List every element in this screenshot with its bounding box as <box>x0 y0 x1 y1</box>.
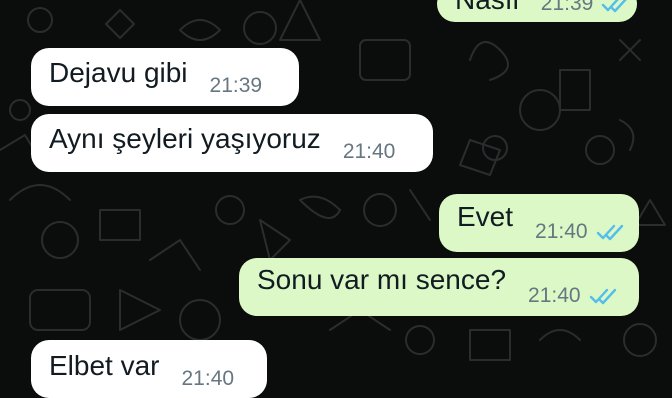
message-time: 21:39 <box>209 74 263 97</box>
message-time: 21:40 <box>535 220 588 243</box>
message-time: 21:40 <box>181 367 235 390</box>
double-check-icon <box>589 286 619 306</box>
message-time: 21:40 <box>342 140 396 163</box>
message-bubble-incoming[interactable]: Elbet var 21:40 <box>31 340 267 398</box>
message-bubble-incoming[interactable]: Aynı şeyleri yaşıyoruz 21:40 <box>31 114 433 172</box>
message-text: Aynı şeyleri yaşıyoruz <box>49 123 321 154</box>
message-text: Evet <box>457 201 514 232</box>
double-check-icon <box>601 0 631 14</box>
message-bubble-incoming[interactable]: Dejavu gibi 21:39 <box>31 48 299 106</box>
message-bubble-outgoing[interactable]: Evet 21:40 <box>439 194 639 252</box>
message-bubble-outgoing[interactable]: Nasıl 21:39 <box>437 0 637 22</box>
message-text: Dejavu gibi <box>49 57 188 88</box>
message-text: Elbet var <box>49 350 160 381</box>
message-bubble-outgoing[interactable]: Sonu var mı sence? 21:40 <box>239 258 639 316</box>
message-time: 21:39 <box>540 0 594 15</box>
double-check-icon <box>596 222 626 242</box>
message-text: Nasıl <box>455 0 519 14</box>
message-time: 21:40 <box>528 284 581 307</box>
message-text: Sonu var mı sence? <box>257 264 507 295</box>
